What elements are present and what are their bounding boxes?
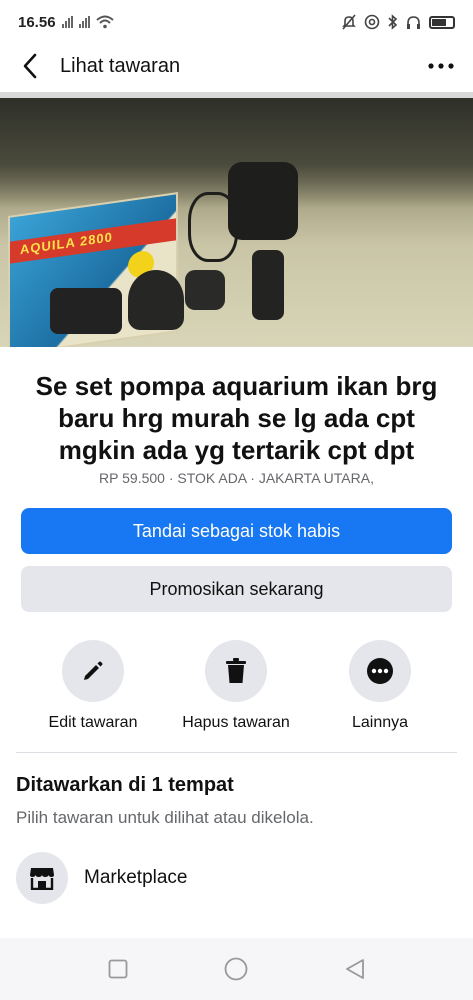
pump-part-1 xyxy=(50,288,122,334)
listing-meta: RP 59.500 · STOK ADA · JAKARTA UTARA, xyxy=(99,470,374,486)
section-divider xyxy=(16,752,457,753)
more-dots-icon xyxy=(367,658,393,684)
pump-part-3 xyxy=(185,270,225,310)
back-triangle-icon[interactable] xyxy=(345,958,365,980)
back-arrow-icon xyxy=(23,53,37,79)
bluetooth-icon xyxy=(388,14,398,30)
headphones-icon xyxy=(407,15,420,29)
marketplace-label: Marketplace xyxy=(84,867,188,888)
system-nav-bar xyxy=(0,938,473,1000)
more-action[interactable]: Lainnya xyxy=(305,640,455,732)
page-title: Lihat tawaran xyxy=(60,54,181,77)
at-icon xyxy=(364,14,380,30)
edit-listing-button[interactable] xyxy=(62,640,124,702)
listing-title: Se set pompa aquarium ikan brg baru hrg … xyxy=(35,371,438,465)
signal-icon xyxy=(61,16,73,28)
pencil-icon xyxy=(84,661,103,680)
mark-sold-button[interactable]: Tandai sebagai stok habis xyxy=(21,508,452,554)
recent-apps-icon[interactable] xyxy=(108,959,128,979)
back-button[interactable] xyxy=(0,44,60,88)
delete-listing-button[interactable] xyxy=(205,640,267,702)
pump-part-4 xyxy=(252,250,284,320)
status-time: 16.56 xyxy=(18,13,56,31)
offered-title: Ditawarkan di 1 tempat xyxy=(16,774,234,796)
home-icon[interactable] xyxy=(224,957,248,981)
mute-bell-icon xyxy=(342,14,356,30)
promote-button[interactable]: Promosikan sekarang xyxy=(21,566,452,612)
app-bar: Lihat tawaran xyxy=(0,44,473,88)
more-options-button[interactable] xyxy=(425,54,457,78)
marketplace-row[interactable]: Marketplace xyxy=(16,852,457,904)
pump-cable xyxy=(188,192,238,262)
wifi-icon xyxy=(95,15,114,29)
pump-part-2 xyxy=(128,270,184,330)
more-horizontal-icon xyxy=(428,63,454,69)
more-action-button[interactable] xyxy=(349,640,411,702)
status-left: 16.56 xyxy=(18,14,114,31)
delete-listing-label: Hapus tawaran xyxy=(182,714,290,731)
edit-listing-action[interactable]: Edit tawaran xyxy=(18,640,168,732)
offered-subtitle: Pilih tawaran untuk dilihat atau dikelol… xyxy=(16,808,314,827)
battery-icon xyxy=(429,15,455,29)
listing-photo[interactable]: AQUILA 2800 xyxy=(0,92,473,347)
marketplace-icon-circle xyxy=(16,852,68,904)
more-action-label: Lainnya xyxy=(351,714,409,731)
delete-listing-action[interactable]: Hapus tawaran xyxy=(161,640,311,732)
pump-unit xyxy=(228,162,298,240)
status-bar: 16.56 xyxy=(0,0,473,44)
edit-listing-label: Edit tawaran xyxy=(48,714,138,731)
signal-icon-2 xyxy=(78,16,90,28)
status-right xyxy=(342,14,455,30)
listing-actions: Edit tawaran Hapus tawaran Lainnya xyxy=(0,640,473,740)
trash-icon xyxy=(226,658,246,683)
marketplace-shop-icon xyxy=(30,868,54,890)
